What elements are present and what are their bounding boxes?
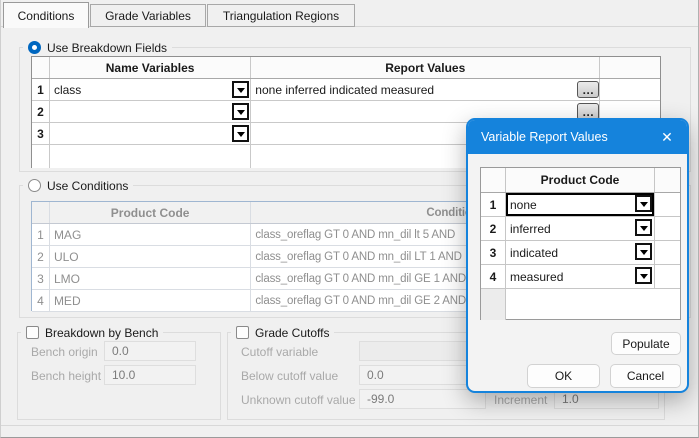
- row-number: 1: [32, 79, 50, 100]
- grade-cutoffs-label: Grade Cutoffs: [255, 326, 329, 340]
- dropdown-button[interactable]: [232, 103, 249, 120]
- table-header-row: Product Code: [481, 168, 680, 193]
- radio-unchecked-icon[interactable]: [28, 179, 41, 192]
- product-code-header: Product Code: [50, 202, 251, 223]
- chevron-down-icon: [640, 250, 648, 259]
- tab-label: Grade Variables: [105, 9, 191, 23]
- variable-report-values-dialog: Variable Report Values ✕ Product Code 1 …: [466, 118, 689, 393]
- product-code-cell: MED: [50, 290, 251, 311]
- name-variable-cell[interactable]: [50, 123, 251, 144]
- chevron-down-icon: [640, 202, 648, 211]
- name-variable-cell[interactable]: class: [50, 79, 251, 100]
- ellipsis-button[interactable]: …: [577, 81, 599, 98]
- bench-height-label: Bench height: [31, 369, 101, 383]
- chevron-down-icon: [237, 132, 245, 141]
- row-number: 3: [32, 123, 50, 144]
- tab-triangulation-regions[interactable]: Triangulation Regions: [207, 4, 355, 27]
- unknown-cutoff-label: Unknown cutoff value: [241, 393, 356, 407]
- dropdown-button[interactable]: [635, 243, 652, 260]
- unknown-cutoff-field[interactable]: [359, 389, 486, 409]
- breakdown-by-bench-label: Breakdown by Bench: [45, 326, 158, 340]
- dropdown-button[interactable]: [232, 125, 249, 142]
- table-row: 4 measured: [481, 265, 680, 289]
- close-button[interactable]: ✕: [654, 125, 680, 149]
- bench-height-field[interactable]: [104, 365, 196, 385]
- chevron-down-icon: [640, 274, 648, 283]
- value-cell[interactable]: inferred: [506, 217, 655, 240]
- table-row: 2 inferred: [481, 217, 680, 241]
- product-code-header: Product Code: [506, 168, 655, 192]
- report-values-cell[interactable]: none inferred indicated measured …: [251, 79, 600, 100]
- tab-grade-variables[interactable]: Grade Variables: [90, 4, 206, 27]
- tab-bar: Conditions Grade Variables Triangulation…: [1, 0, 698, 27]
- report-values-header: Report Values: [251, 57, 600, 78]
- name-variable-cell[interactable]: [50, 101, 251, 122]
- breakdown-by-bench-option[interactable]: Breakdown by Bench: [21, 325, 163, 340]
- increment-label: Increment: [494, 393, 547, 407]
- product-code-cell: LMO: [50, 268, 251, 289]
- table-row: 3 indicated: [481, 241, 680, 265]
- cancel-button[interactable]: Cancel: [610, 364, 681, 388]
- use-conditions-label: Use Conditions: [47, 179, 128, 193]
- name-variables-header: Name Variables: [50, 57, 251, 78]
- use-breakdown-fields-label: Use Breakdown Fields: [47, 41, 167, 55]
- row-number: 2: [32, 101, 50, 122]
- use-conditions-option[interactable]: Use Conditions: [23, 178, 133, 193]
- ellipsis-icon: …: [582, 85, 594, 95]
- chevron-down-icon: [237, 110, 245, 119]
- product-code-cell: MAG: [50, 224, 251, 245]
- tab-label: Triangulation Regions: [223, 9, 339, 23]
- dropdown-button[interactable]: [635, 267, 652, 284]
- radio-checked-icon[interactable]: [28, 41, 41, 54]
- ellipsis-icon: …: [582, 107, 594, 117]
- close-icon: ✕: [661, 129, 673, 146]
- populate-button[interactable]: Populate: [611, 332, 681, 355]
- table-header-row: Name Variables Report Values: [32, 57, 660, 79]
- window-bottom-strip: [1, 425, 698, 438]
- dropdown-button[interactable]: [232, 81, 249, 98]
- ok-button[interactable]: OK: [527, 364, 600, 388]
- dialog-title: Variable Report Values: [481, 130, 608, 144]
- bench-origin-field[interactable]: [104, 341, 196, 361]
- use-breakdown-fields-option[interactable]: Use Breakdown Fields: [23, 40, 172, 55]
- bench-origin-label: Bench origin: [31, 345, 98, 359]
- cutoff-variable-label: Cutoff variable: [241, 345, 318, 359]
- chevron-down-icon: [640, 226, 648, 235]
- chevron-down-icon: [237, 88, 245, 97]
- grade-cutoffs-option[interactable]: Grade Cutoffs: [231, 325, 334, 340]
- checkbox-unchecked-icon[interactable]: [26, 326, 39, 339]
- dropdown-button[interactable]: [635, 219, 652, 236]
- report-values-table: Product Code 1 none 2 inferred: [480, 167, 681, 320]
- below-cutoff-label: Below cutoff value: [241, 369, 338, 383]
- value-cell[interactable]: indicated: [506, 241, 655, 264]
- conditions-dialog: Conditions Grade Variables Triangulation…: [0, 0, 699, 438]
- tab-label: Conditions: [18, 9, 75, 23]
- checkbox-unchecked-icon[interactable]: [236, 326, 249, 339]
- dropdown-button[interactable]: [635, 195, 652, 212]
- table-empty-area: [481, 289, 680, 320]
- value-cell[interactable]: none: [506, 193, 655, 216]
- table-row: 1 class none inferred indicated measured…: [32, 79, 660, 101]
- product-code-cell: ULO: [50, 246, 251, 267]
- table-row: 1 none: [481, 193, 680, 217]
- value-cell[interactable]: measured: [506, 265, 655, 288]
- tab-conditions[interactable]: Conditions: [3, 2, 89, 28]
